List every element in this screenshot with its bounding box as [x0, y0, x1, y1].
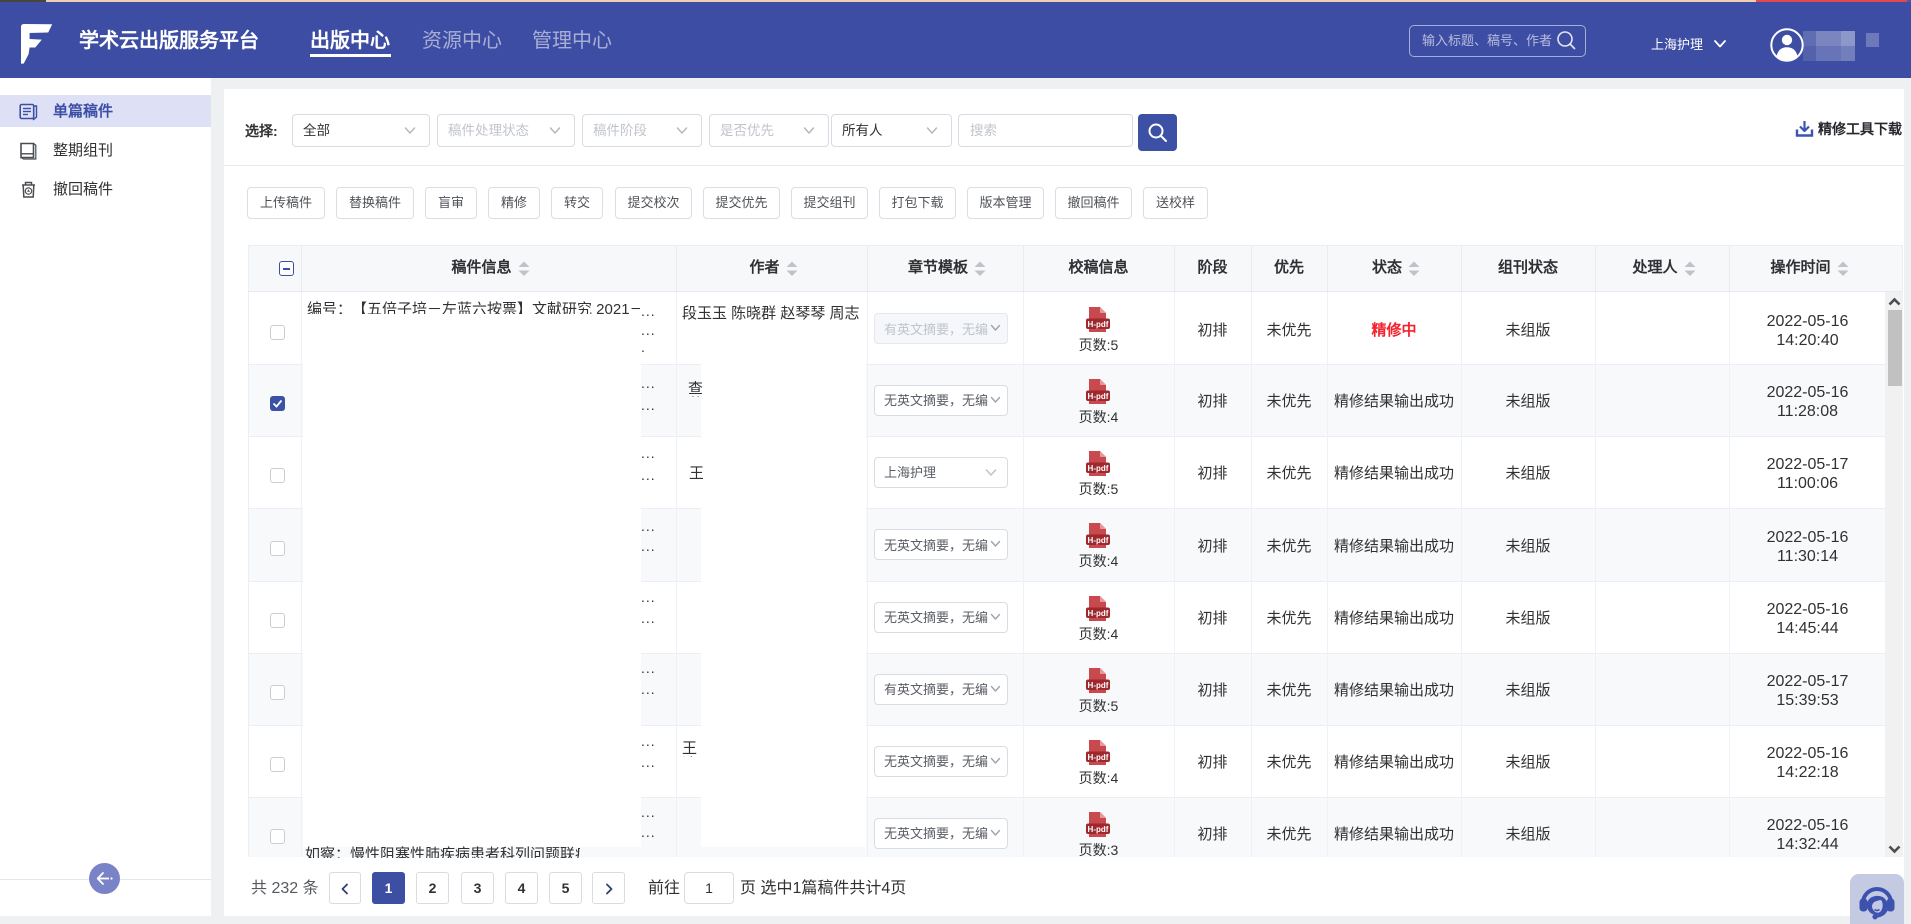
svg-text:H-pdf: H-pdf: [1088, 680, 1109, 689]
svg-text:H-pdf: H-pdf: [1088, 536, 1109, 545]
svg-text:H-pdf: H-pdf: [1088, 320, 1109, 329]
svg-text:H-pdf: H-pdf: [1088, 391, 1109, 400]
svg-text:H-pdf: H-pdf: [1088, 463, 1109, 472]
svg-text:H-pdf: H-pdf: [1088, 752, 1109, 761]
svg-text:H-pdf: H-pdf: [1088, 824, 1109, 833]
svg-text:H-pdf: H-pdf: [1088, 608, 1109, 617]
